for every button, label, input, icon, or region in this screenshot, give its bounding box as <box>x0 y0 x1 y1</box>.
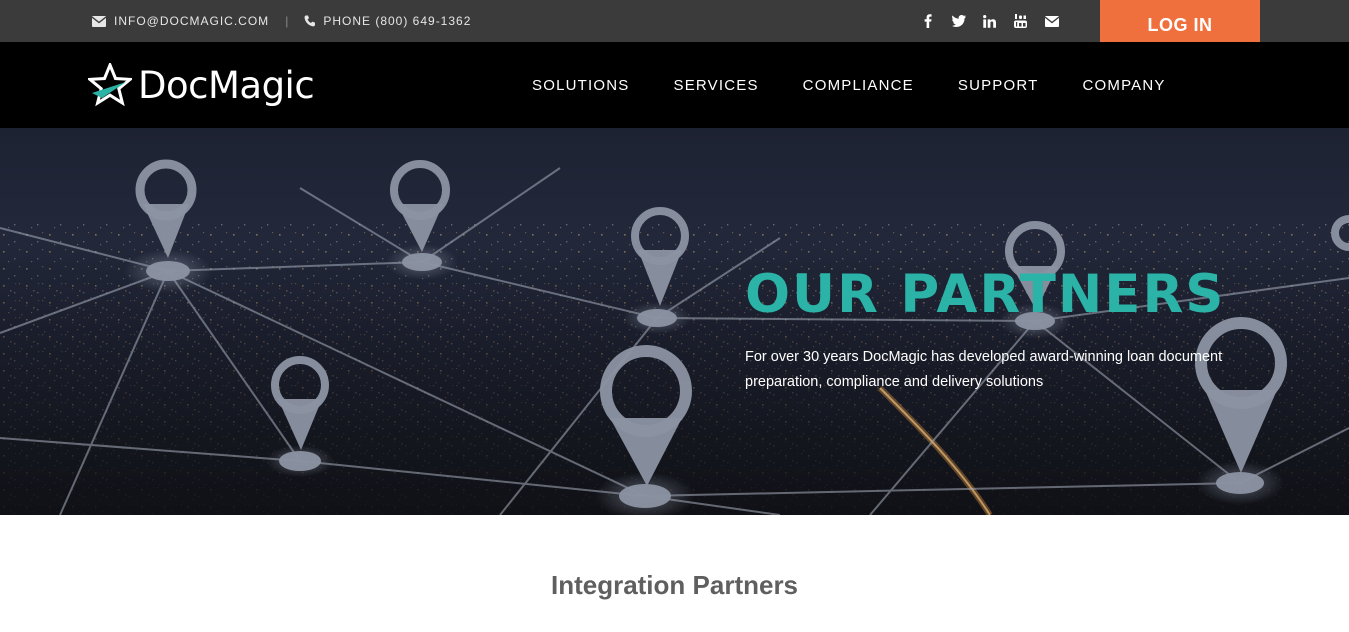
main-navbar: DocMagic SOLUTIONS SERVICES COMPLIANCE S… <box>0 42 1349 128</box>
email-icon[interactable] <box>1036 0 1067 42</box>
nav-compliance[interactable]: COMPLIANCE <box>781 77 936 94</box>
nav-services[interactable]: SERVICES <box>651 77 780 94</box>
phone-text: PHONE (800) 649-1362 <box>323 14 472 28</box>
youtube-icon[interactable] <box>1005 0 1036 42</box>
star-logo-icon <box>88 63 132 107</box>
envelope-icon <box>92 15 106 27</box>
twitter-icon[interactable] <box>943 0 974 42</box>
nav-solutions[interactable]: SOLUTIONS <box>510 77 651 94</box>
email-text: INFO@DOCMAGIC.COM <box>114 14 270 28</box>
top-bar: INFO@DOCMAGIC.COM | PHONE (800) 649-1362… <box>0 0 1349 50</box>
nav-support[interactable]: SUPPORT <box>936 77 1061 94</box>
integration-partners-heading: Integration Partners <box>550 570 799 600</box>
docmagic-logo[interactable]: DocMagic <box>88 62 315 108</box>
contact-info: INFO@DOCMAGIC.COM | PHONE (800) 649-1362 <box>92 0 471 42</box>
social-links <box>912 0 1067 42</box>
facebook-icon[interactable] <box>912 0 943 42</box>
linkedin-icon[interactable] <box>974 0 1005 42</box>
contact-separator: | <box>285 14 289 28</box>
hero-banner: OUR PARTNERS For over 30 years DocMagic … <box>0 128 1349 515</box>
hero-title: OUR PARTNERS <box>745 264 1226 325</box>
phone-link[interactable]: PHONE (800) 649-1362 <box>304 14 471 28</box>
phone-icon <box>304 15 316 27</box>
nav-company[interactable]: COMPANY <box>1061 77 1188 94</box>
email-link[interactable]: INFO@DOCMAGIC.COM <box>92 14 269 28</box>
brand-name: DocMagic <box>138 63 315 107</box>
hero-description: For over 30 years DocMagic has developed… <box>745 349 1223 390</box>
primary-nav: SOLUTIONS SERVICES COMPLIANCE SUPPORT CO… <box>510 42 1188 128</box>
